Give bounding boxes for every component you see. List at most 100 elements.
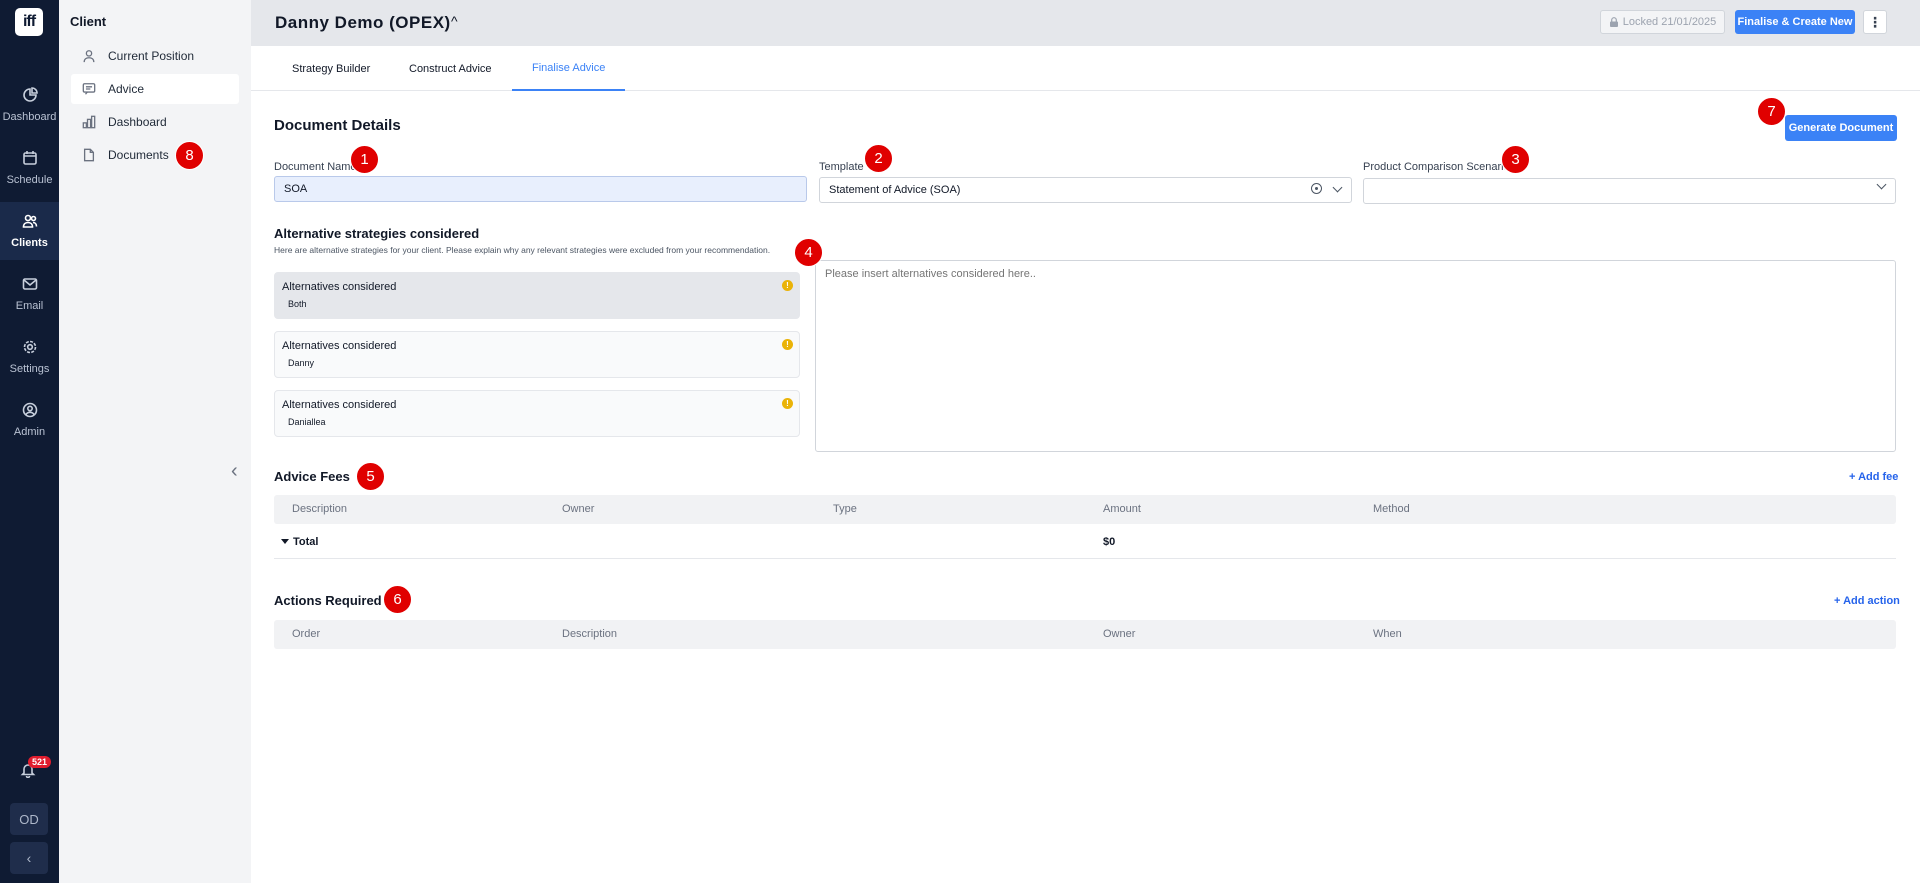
column-header[interactable]: When [1373,628,1402,640]
rail-item-label: Admin [13,426,46,438]
tab-finalise-advice[interactable]: Finalise Advice [512,46,626,91]
template-label: Template [819,161,864,173]
column-header[interactable]: Method [1373,503,1410,515]
pie-chart-icon [22,87,38,102]
alternative-card-daniallea[interactable]: Alternatives considered Daniallea ! [274,390,800,437]
marker-3: 3 [1501,145,1530,174]
panel-item-documents[interactable]: Documents [71,140,239,170]
alternatives-textarea[interactable] [815,260,1896,452]
rail-collapse-button[interactable]: ‹ [10,842,48,874]
marker-1: 1 [350,145,379,174]
mail-icon [22,278,37,290]
alternative-card-subtitle: Danny [288,358,315,368]
panel-title: Client [70,14,107,29]
locked-label: Locked 21/01/2025 [1622,16,1717,28]
advice-tabs: Strategy Builder Construct Advice Finali… [251,46,1920,91]
warning-icon: ! [782,339,793,350]
column-header[interactable]: Owner [562,503,594,515]
template-value: Statement of Advice (SOA) [829,184,961,196]
marker-6: 6 [383,585,412,614]
rail-item-email[interactable]: Email [0,265,59,323]
chat-icon [82,83,96,95]
clear-icon[interactable] [1311,183,1322,194]
template-select[interactable]: Statement of Advice (SOA) [819,177,1352,203]
total-label: Total [293,536,319,548]
chevron-down-icon [1332,182,1343,192]
rail-item-settings[interactable]: Settings [0,328,59,386]
document-name-label: Document Name [274,161,357,173]
warning-icon: ! [782,280,793,291]
panel-collapse-button[interactable]: ‹ [231,460,238,483]
column-header[interactable]: Amount [1103,503,1141,515]
document-name-value: SOA [284,183,308,195]
rail-item-admin[interactable]: Admin [0,391,59,449]
app-rail: iff Dashboard Schedule Clients Email Set… [0,0,59,883]
alternative-card-subtitle: Both [288,299,307,309]
rail-item-clients[interactable]: Clients [0,202,59,260]
actions-table-header: Order Description Owner When [274,620,1896,649]
marker-5: 5 [356,462,385,491]
fees-total-row[interactable]: Total $0 [274,524,1896,559]
add-fee-button[interactable]: + Add fee [1849,471,1898,483]
add-action-button[interactable]: + Add action [1834,595,1900,607]
panel-item-label: Dashboard [108,115,167,129]
chevron-up-icon[interactable]: ^ [451,13,458,29]
advice-fees-title: Advice Fees [274,469,350,484]
column-header[interactable]: Description [562,628,617,640]
user-avatar[interactable]: OD [10,803,48,835]
bar-chart-icon [82,115,96,129]
rail-item-label: Clients [11,237,48,249]
users-icon [22,214,37,228]
alternative-card-title: Alternatives considered [282,340,397,352]
panel-item-advice[interactable]: Advice [71,74,239,104]
product-comparison-select[interactable] [1363,178,1896,204]
user-circle-icon [22,402,37,418]
gear-icon [23,340,36,354]
caret-down-icon[interactable] [281,539,289,544]
tab-strategy-builder[interactable]: Strategy Builder [272,46,390,91]
locked-status: Locked 21/01/2025 [1600,10,1725,34]
column-header[interactable]: Description [292,503,347,515]
alternative-card-title: Alternatives considered [282,399,397,411]
app-logo[interactable]: iff [15,8,43,36]
column-header[interactable]: Type [833,503,857,515]
alternatives-description: Here are alternative strategies for your… [274,245,771,255]
panel-item-current-position[interactable]: Current Position [71,41,239,71]
tab-construct-advice[interactable]: Construct Advice [389,46,512,91]
actions-required-title: Actions Required [274,593,382,608]
product-comparison-label: Product Comparison Scenarios [1363,161,1516,173]
alternative-card-subtitle: Daniallea [288,417,326,427]
calendar-icon [22,151,37,165]
marker-2: 2 [864,144,893,173]
rail-item-label: Dashboard [2,111,57,123]
alternative-card-danny[interactable]: Alternatives considered Danny ! [274,331,800,378]
alternative-card-title: Alternatives considered [282,281,397,293]
marker-7: 7 [1757,97,1786,126]
rail-item-label: Schedule [6,174,53,186]
rail-item-label: Email [15,300,44,312]
column-header[interactable]: Order [292,628,320,640]
alternative-card-both[interactable]: Alternatives considered Both ! [274,272,800,319]
client-name[interactable]: Danny Demo (OPEX) [275,13,451,33]
finalise-create-new-button[interactable]: Finalise & Create New [1735,10,1855,34]
document-details-title: Document Details [274,117,401,134]
document-name-input[interactable]: SOA [274,176,807,202]
panel-item-label: Current Position [108,49,195,63]
rail-item-schedule[interactable]: Schedule [0,139,59,197]
panel-item-label: Documents [108,148,169,162]
client-header: Danny Demo (OPEX) ^ Locked 21/01/2025 Fi… [251,0,1920,46]
more-options-button[interactable]: ⋮ [1863,10,1887,34]
total-amount: $0 [1103,536,1116,548]
fees-table-header: Description Owner Type Amount Method [274,495,1896,524]
document-icon [83,148,95,162]
generate-document-button[interactable]: Generate Document [1785,115,1897,141]
rail-item-dashboard[interactable]: Dashboard [0,76,59,134]
warning-icon: ! [782,398,793,409]
marker-4: 4 [794,238,823,267]
person-icon [83,50,95,63]
alternatives-title: Alternative strategies considered [274,226,480,241]
panel-item-label: Advice [108,82,145,96]
panel-item-dashboard[interactable]: Dashboard [71,107,239,137]
column-header[interactable]: Owner [1103,628,1135,640]
client-panel: Client Current Position Advice Dashboard… [59,0,251,883]
